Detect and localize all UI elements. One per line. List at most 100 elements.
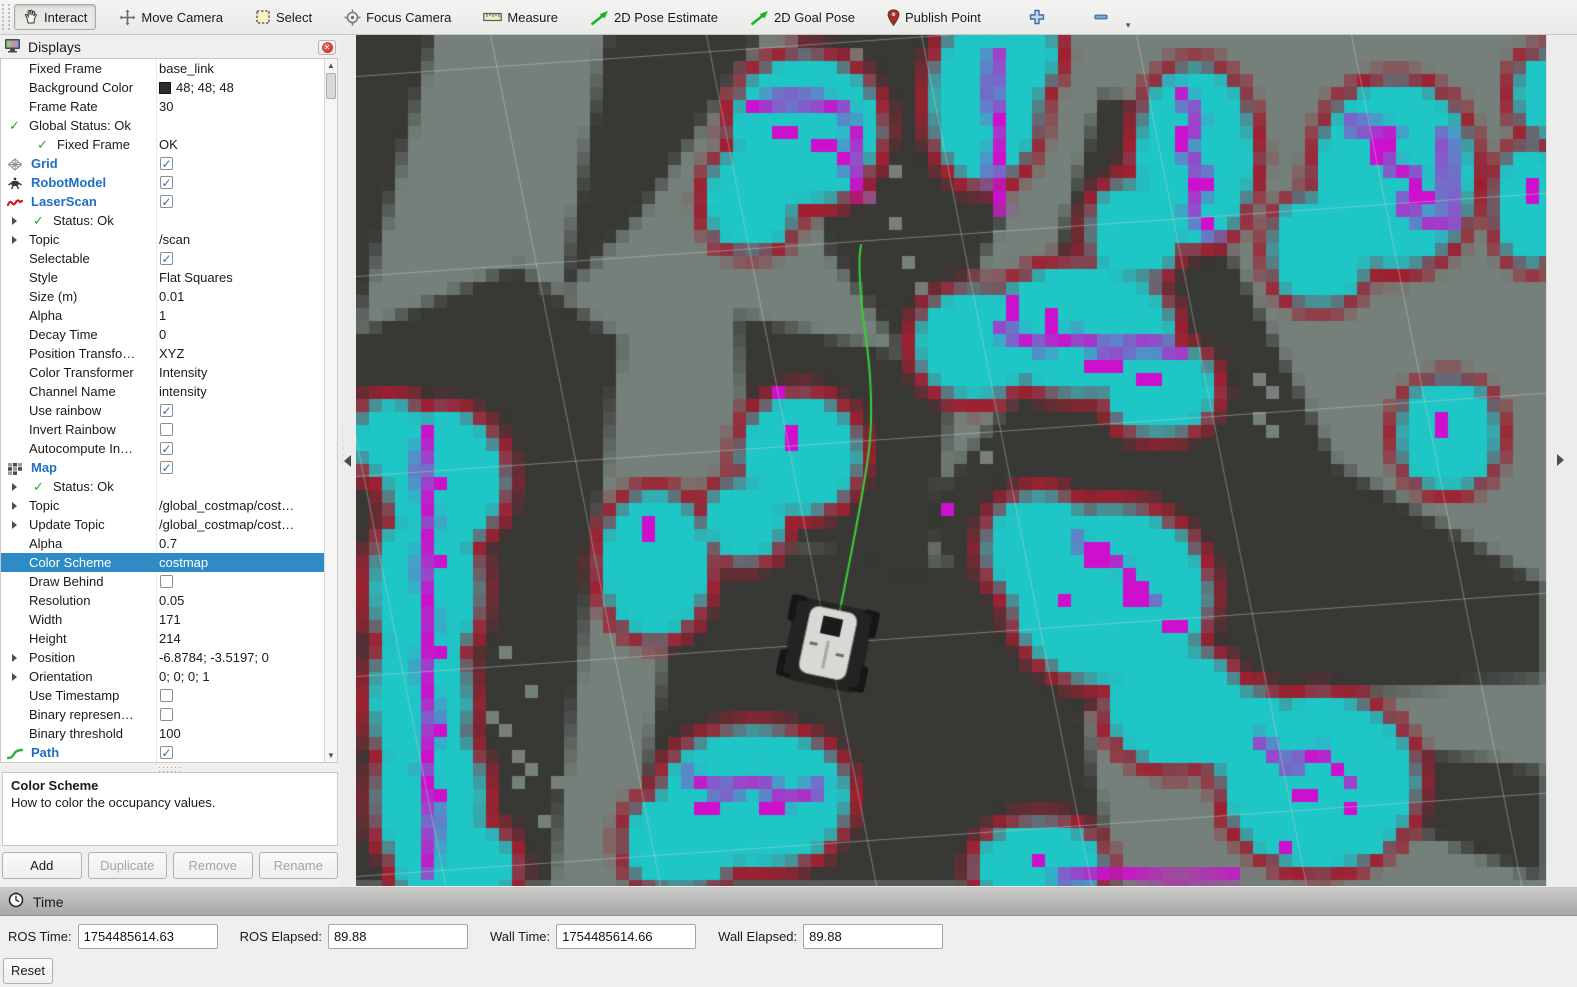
property-row-size-m-[interactable]: Size (m)0.01 (1, 287, 337, 306)
property-value[interactable]: /scan (159, 230, 323, 249)
property-value[interactable]: 0; 0; 0; 1 (159, 667, 323, 686)
property-row-color-transformer[interactable]: Color TransformerIntensity (1, 363, 337, 382)
property-row-binary-represen-[interactable]: Binary represen… (1, 705, 337, 724)
checkbox-checked[interactable]: ✓ (160, 195, 173, 208)
property-row-map[interactable]: Map✓ (1, 458, 337, 477)
panel-view-splitter[interactable]: ······ (340, 36, 356, 886)
scroll-down-icon[interactable]: ▼ (325, 749, 337, 762)
property-value[interactable]: Flat Squares (159, 268, 323, 287)
expander-icon[interactable] (12, 521, 17, 529)
checkbox-checked[interactable]: ✓ (160, 157, 173, 170)
toolbar-drag-handle[interactable] (2, 4, 10, 30)
checkbox-checked[interactable]: ✓ (160, 442, 173, 455)
property-value[interactable]: Intensity (159, 363, 323, 382)
property-row-decay-time[interactable]: Decay Time0 (1, 325, 337, 344)
wall-time-input[interactable] (556, 924, 696, 949)
property-value[interactable]: OK (159, 135, 323, 154)
reset-button[interactable]: Reset (3, 958, 53, 984)
tool-move-camera[interactable]: Move Camera (110, 4, 232, 31)
property-value[interactable]: XYZ (159, 344, 323, 363)
property-value[interactable]: 0 (159, 325, 323, 344)
property-value[interactable]: 0.01 (159, 287, 323, 306)
property-row-orientation[interactable]: Orientation0; 0; 0; 1 (1, 667, 337, 686)
scroll-up-icon[interactable]: ▲ (325, 59, 337, 72)
property-row-status-ok[interactable]: ✓Status: Ok (1, 211, 337, 230)
property-value[interactable]: intensity (159, 382, 323, 401)
property-value[interactable]: base_link (159, 59, 323, 78)
remove-tool-button[interactable] (1086, 4, 1116, 30)
property-value[interactable]: costmap (159, 553, 323, 572)
checkbox-unchecked[interactable] (160, 708, 173, 721)
property-row-global-status-ok[interactable]: ✓Global Status: Ok (1, 116, 337, 135)
property-row-background-color[interactable]: Background Color48; 48; 48 (1, 78, 337, 97)
ros-elapsed-input[interactable] (328, 924, 468, 949)
property-row-style[interactable]: StyleFlat Squares (1, 268, 337, 287)
property-row-height[interactable]: Height214 (1, 629, 337, 648)
property-row-position-transfo-[interactable]: Position Transfo…XYZ (1, 344, 337, 363)
property-row-status-ok[interactable]: ✓Status: Ok (1, 477, 337, 496)
property-value[interactable]: 0.7 (159, 534, 323, 553)
tree-scrollbar[interactable]: ▲ ▼ (324, 59, 337, 762)
duplicate-button[interactable]: Duplicate (88, 852, 168, 879)
checkbox-unchecked[interactable] (160, 689, 173, 702)
tool-interact[interactable]: Interact (14, 4, 96, 30)
collapse-left-icon[interactable] (344, 455, 351, 467)
property-row-alpha[interactable]: Alpha1 (1, 306, 337, 325)
checkbox-unchecked[interactable] (160, 575, 173, 588)
wall-elapsed-input[interactable] (803, 924, 943, 949)
tool-2d-pose-estimate[interactable]: 2D Pose Estimate (581, 4, 727, 31)
collapse-right-icon[interactable] (1557, 454, 1564, 466)
rename-button[interactable]: Rename (259, 852, 339, 879)
panel-close-button[interactable]: ✕ (318, 40, 336, 55)
property-value[interactable]: 171 (159, 610, 323, 629)
property-row-update-topic[interactable]: Update Topic/global_costmap/cost… (1, 515, 337, 534)
property-row-alpha[interactable]: Alpha0.7 (1, 534, 337, 553)
property-row-use-rainbow[interactable]: Use rainbow✓ (1, 401, 337, 420)
property-row-fixed-frame[interactable]: Fixed Framebase_link (1, 59, 337, 78)
checkbox-checked[interactable]: ✓ (160, 176, 173, 189)
tool-measure[interactable]: Measure (474, 5, 567, 30)
checkbox-checked[interactable]: ✓ (160, 461, 173, 474)
property-row-invert-rainbow[interactable]: Invert Rainbow (1, 420, 337, 439)
property-row-color-scheme[interactable]: Color Schemecostmap (1, 553, 337, 572)
property-row-use-timestamp[interactable]: Use Timestamp (1, 686, 337, 705)
property-row-position[interactable]: Position-6.8784; -3.5197; 0 (1, 648, 337, 667)
expander-icon[interactable] (12, 654, 17, 662)
right-collapsed-panel[interactable] (1546, 35, 1577, 886)
checkbox-unchecked[interactable] (160, 423, 173, 436)
property-row-width[interactable]: Width171 (1, 610, 337, 629)
toolbar-overflow-icon[interactable]: ▾ (1126, 20, 1131, 34)
property-row-channel-name[interactable]: Channel Nameintensity (1, 382, 337, 401)
add-tool-button[interactable] (1022, 4, 1052, 30)
property-value[interactable]: /global_costmap/cost… (159, 496, 323, 515)
property-row-binary-threshold[interactable]: Binary threshold100 (1, 724, 337, 743)
property-value[interactable]: 1 (159, 306, 323, 325)
tool-focus-camera[interactable]: Focus Camera (335, 4, 460, 31)
tree-description-splitter[interactable]: ············ (0, 765, 340, 771)
property-row-fixed-frame[interactable]: ✓Fixed FrameOK (1, 135, 337, 154)
property-value[interactable]: 48; 48; 48 (159, 78, 323, 97)
property-value[interactable]: 100 (159, 724, 323, 743)
property-row-autocompute-in-[interactable]: Autocompute In…✓ (1, 439, 337, 458)
ros-time-input[interactable] (78, 924, 218, 949)
expander-icon[interactable] (12, 217, 17, 225)
property-value[interactable]: 214 (159, 629, 323, 648)
tool-publish-point[interactable]: Publish Point (878, 4, 990, 31)
checkbox-checked[interactable]: ✓ (160, 746, 173, 759)
property-row-resolution[interactable]: Resolution0.05 (1, 591, 337, 610)
property-row-frame-rate[interactable]: Frame Rate30 (1, 97, 337, 116)
tool-select[interactable]: Select (246, 4, 321, 30)
property-value[interactable]: /global_costmap/cost… (159, 515, 323, 534)
property-value[interactable]: -6.8784; -3.5197; 0 (159, 648, 323, 667)
property-row-laserscan[interactable]: LaserScan✓ (1, 192, 337, 211)
property-value[interactable]: 30 (159, 97, 323, 116)
property-value[interactable]: 0.05 (159, 591, 323, 610)
render-viewport[interactable] (356, 35, 1546, 886)
add-button[interactable]: Add (2, 852, 82, 879)
tool-2d-goal-pose[interactable]: 2D Goal Pose (741, 4, 864, 31)
property-row-path[interactable]: Path✓ (1, 743, 337, 762)
costmap-3d-view[interactable] (356, 35, 1546, 886)
property-row-robotmodel[interactable]: RobotModel✓ (1, 173, 337, 192)
expander-icon[interactable] (12, 502, 17, 510)
checkbox-checked[interactable]: ✓ (160, 404, 173, 417)
